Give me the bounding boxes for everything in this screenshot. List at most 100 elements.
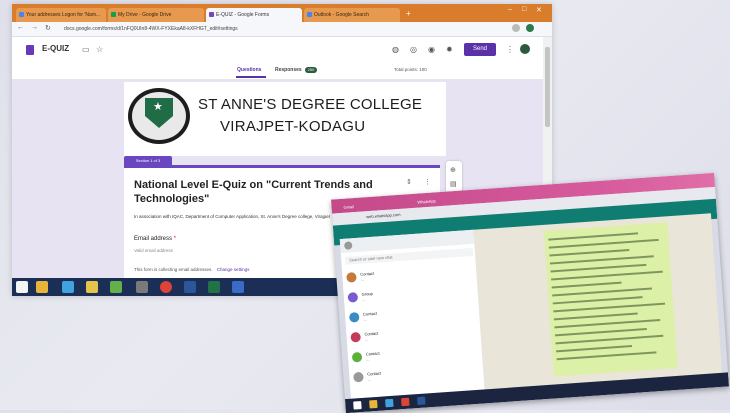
active-tab-indicator <box>236 76 266 78</box>
message-text-line <box>551 270 663 281</box>
browser-tab[interactable]: Your addresses Logon for 'Nam... <box>16 8 106 22</box>
inset-screenshot: Gmail WhatsApp web.whatsapp.com Search o… <box>331 172 729 413</box>
reload-icon[interactable]: ↻ <box>45 24 51 32</box>
tab-responses[interactable]: Responses <box>275 67 302 73</box>
avatar <box>350 331 361 343</box>
avatar <box>353 371 364 383</box>
chat-name: Group <box>361 290 373 297</box>
chat-preview: ... <box>366 357 370 362</box>
list-item[interactable]: Contact ... <box>353 362 480 385</box>
message-text-line <box>550 263 647 273</box>
browser-tab-active[interactable]: E-QUIZ - Google Forms <box>206 8 302 22</box>
forward-icon[interactable]: → <box>31 24 38 31</box>
chat-name: Contact <box>365 350 380 357</box>
word-icon[interactable] <box>184 281 196 293</box>
chat-list-panel: Search or start new chat Contact ... Gro… <box>339 229 485 399</box>
collecting-note-text: This form is collecting email addresses. <box>134 267 213 272</box>
folder-icon[interactable]: ▭ <box>82 45 90 54</box>
close-window-button[interactable]: ✕ <box>536 6 542 14</box>
message-text-line <box>556 345 633 353</box>
profile-avatar[interactable] <box>526 24 534 32</box>
total-points: Total points: 100 <box>394 67 427 72</box>
college-location: VIRAJPET-KODAGU <box>220 118 366 135</box>
eye-icon[interactable]: ◉ <box>428 45 435 54</box>
message-text-line <box>553 312 638 321</box>
collecting-note: This form is collecting email addresses.… <box>134 267 249 272</box>
list-item[interactable]: Group ... <box>347 282 474 305</box>
browser-tab[interactable]: Outlook - Google Search <box>304 8 400 22</box>
more-options-icon[interactable]: ⋮ <box>424 178 431 186</box>
ie-icon[interactable] <box>385 398 394 408</box>
tab-questions[interactable]: Questions <box>237 67 261 73</box>
email-label: Email address * <box>134 236 176 242</box>
file-explorer-icon[interactable] <box>369 399 378 409</box>
extension-icon[interactable] <box>512 24 520 32</box>
form-tabs: Questions Responses 250 Total points: 10… <box>12 63 552 80</box>
list-item[interactable]: Contact ... <box>346 262 473 285</box>
scrollbar-thumb[interactable] <box>545 47 550 127</box>
message-text-line <box>549 255 654 265</box>
tab-favicon-icon <box>19 12 24 17</box>
conversation-panel <box>473 213 723 390</box>
message-text-line <box>554 318 661 329</box>
more-icon[interactable]: ⋮ <box>506 45 514 54</box>
avatar <box>351 351 363 363</box>
palette-icon[interactable]: ◍ <box>392 45 399 54</box>
word-icon[interactable] <box>416 396 426 406</box>
inset-url[interactable]: web.whatsapp.com <box>366 212 401 219</box>
message-text-line <box>556 351 657 361</box>
excel-icon[interactable] <box>208 281 220 293</box>
browser-tab[interactable]: My Drive - Google Drive <box>108 8 204 22</box>
chat-preview: ... <box>363 317 367 322</box>
required-marker: * <box>173 236 177 242</box>
file-explorer-icon[interactable] <box>36 281 48 293</box>
form-title[interactable]: E-QUIZ <box>42 44 69 53</box>
avatar <box>346 272 357 283</box>
maximize-button[interactable]: □ <box>522 6 526 13</box>
message-text-line <box>552 296 643 305</box>
chat-preview: ... <box>360 277 364 282</box>
chat-name: Contact <box>367 370 382 377</box>
import-icon[interactable]: ▤ <box>450 181 457 189</box>
message-bubble[interactable] <box>543 222 678 377</box>
message-text-line <box>552 287 653 297</box>
start-icon[interactable] <box>353 401 362 410</box>
star-icon[interactable]: ☆ <box>96 45 103 54</box>
preview-icon[interactable]: ◎ <box>410 45 417 54</box>
message-text-line <box>548 232 639 241</box>
start-icon[interactable] <box>16 281 28 293</box>
ie-icon[interactable] <box>62 281 74 293</box>
settings-icon[interactable]: ✹ <box>446 45 453 54</box>
send-button[interactable]: Send <box>464 43 496 56</box>
tab-label: My Drive - Google Drive <box>118 12 172 18</box>
collapse-icon[interactable]: ⇕ <box>406 178 412 186</box>
new-tab-button[interactable]: + <box>406 8 411 20</box>
message-text-line <box>548 238 659 249</box>
url-input[interactable]: docs.google.com/forms/d/1nFQ0UIn8-4WX-FY… <box>64 25 444 33</box>
avatar[interactable] <box>343 241 353 250</box>
address-bar: ← → ↻ docs.google.com/forms/d/1nFQ0UIn8-… <box>12 22 552 37</box>
app-icon[interactable] <box>136 281 148 293</box>
add-question-icon[interactable]: ⊕ <box>450 167 456 175</box>
chrome-icon[interactable] <box>160 281 172 293</box>
list-item[interactable]: Contact ... <box>348 302 476 325</box>
folder-icon[interactable] <box>86 281 98 293</box>
chrome-icon[interactable] <box>401 397 410 407</box>
browser-tab-bar: Your addresses Logon for 'Nam... My Driv… <box>12 4 552 22</box>
tab-label: Your addresses Logon for 'Nam... <box>26 12 101 18</box>
media-icon[interactable] <box>110 281 122 293</box>
list-item[interactable]: Contact ... <box>351 342 479 365</box>
list-item[interactable]: Contact ... <box>350 322 477 345</box>
message-text-line <box>555 334 664 345</box>
change-settings-link[interactable]: Change settings <box>217 267 250 272</box>
chat-name: Contact <box>362 310 378 317</box>
back-icon[interactable]: ← <box>17 24 24 31</box>
game-icon[interactable] <box>232 281 244 293</box>
email-placeholder: Valid email address <box>134 248 173 253</box>
account-avatar[interactable] <box>520 44 530 54</box>
minimize-button[interactable]: – <box>508 6 512 13</box>
form-description[interactable]: In association with IQAC, Department of … <box>134 214 330 219</box>
college-name: ST ANNE'S DEGREE COLLEGE <box>198 96 423 113</box>
section-tag: Section 1 of 3 <box>124 156 172 165</box>
message-text-line <box>553 302 666 313</box>
